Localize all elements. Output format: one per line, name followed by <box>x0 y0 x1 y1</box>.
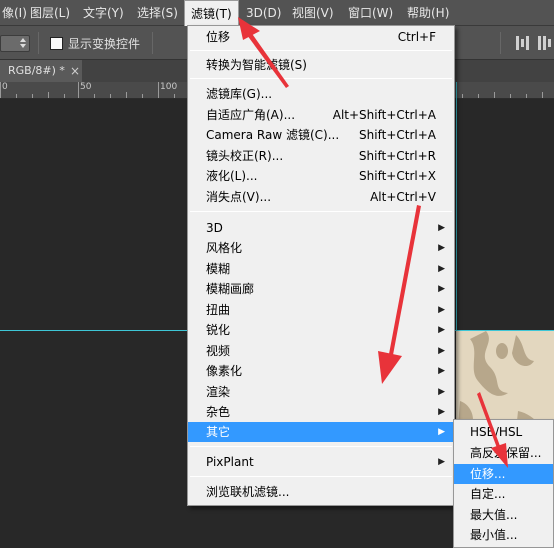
menu-item-label: 模糊画廊 <box>206 282 255 296</box>
menu-item-label: 3D <box>206 221 223 235</box>
menu-item-distort[interactable]: 扭曲 ▶ <box>188 300 454 320</box>
ruler-label: 0 <box>2 82 8 92</box>
menu-layer[interactable]: 图层(L) <box>24 0 76 26</box>
menu-window[interactable]: 窗口(W) <box>342 0 399 26</box>
options-divider <box>38 32 39 54</box>
menu-item-label: 位移 <box>206 30 231 44</box>
menu-item-label: 镜头校正(R)... <box>206 149 284 163</box>
menu-item-convert-smart-filter[interactable]: 转换为智能滤镜(S) <box>188 55 454 75</box>
menubar: 像(I) 图层(L) 文字(Y) 选择(S) 滤镜(T) 3D(D) 视图(V)… <box>0 0 554 26</box>
menu-item-browse-filters-online[interactable]: 浏览联机滤镜... <box>188 482 454 502</box>
menu-item-label: 渲染 <box>206 385 231 399</box>
menu-separator <box>190 476 452 477</box>
close-icon[interactable]: × <box>70 60 80 82</box>
menu-item-label: 锐化 <box>206 323 231 337</box>
menu-separator <box>190 78 452 79</box>
menu-item-label: 消失点(V)... <box>206 190 272 204</box>
menu-item-lens-correction[interactable]: 镜头校正(R)... Shift+Ctrl+R <box>188 146 454 166</box>
menu-item-sharpen[interactable]: 锐化 ▶ <box>188 320 454 340</box>
submenu-item-high-pass[interactable]: 高反差保留... <box>454 443 553 463</box>
menu-item-pixelate[interactable]: 像素化 ▶ <box>188 361 454 381</box>
submenu-arrow-icon: ▶ <box>438 325 445 335</box>
submenu-arrow-icon: ▶ <box>438 407 445 417</box>
menu-item-label: 自适应广角(A)... <box>206 108 296 122</box>
menu-item-shortcut: Alt+Shift+Ctrl+A <box>332 108 436 122</box>
menu-item-label: 液化(L)... <box>206 169 258 183</box>
menu-item-filter-gallery[interactable]: 滤镜库(G)... <box>188 84 454 104</box>
distribute-icon[interactable] <box>516 36 530 50</box>
submenu-item-hsb-hsl[interactable]: HSB/HSL <box>454 422 553 442</box>
menu-item-other[interactable]: 其它 ▶ <box>188 422 454 442</box>
submenu-arrow-icon: ▶ <box>438 427 445 437</box>
menu-view[interactable]: 视图(V) <box>286 0 340 26</box>
submenu-arrow-icon: ▶ <box>438 305 445 315</box>
menu-item-blur[interactable]: 模糊 ▶ <box>188 259 454 279</box>
menu-item-label: Camera Raw 滤镜(C)... <box>206 128 340 142</box>
menu-item-stylize[interactable]: 风格化 ▶ <box>188 238 454 258</box>
menu-filter[interactable]: 滤镜(T) <box>184 0 239 26</box>
menu-item-adaptive-wide-angle[interactable]: 自适应广角(A)... Alt+Shift+Ctrl+A <box>188 105 454 125</box>
menu-item-shortcut: Shift+Ctrl+A <box>359 128 436 142</box>
menu-select[interactable]: 选择(S) <box>131 0 184 26</box>
submenu-item-minimum[interactable]: 最小值... <box>454 525 553 545</box>
ruler-label: 50 <box>80 82 92 92</box>
show-transform-controls-checkbox[interactable] <box>50 37 63 50</box>
submenu-arrow-icon: ▶ <box>438 243 445 253</box>
menu-item-label: 像素化 <box>206 364 243 378</box>
menu-item-noise[interactable]: 杂色 ▶ <box>188 402 454 422</box>
menu-item-label: PixPlant <box>206 455 254 469</box>
submenu-arrow-icon: ▶ <box>438 457 445 467</box>
submenu-arrow-icon: ▶ <box>438 366 445 376</box>
menu-3d[interactable]: 3D(D) <box>240 0 287 26</box>
ruler-label: 100 <box>160 82 178 92</box>
submenu-arrow-icon: ▶ <box>438 346 445 356</box>
menu-item-shortcut: Alt+Ctrl+V <box>370 190 436 204</box>
options-divider <box>500 32 501 54</box>
menu-item-label: 杂色 <box>206 405 231 419</box>
menu-item-blur-gallery[interactable]: 模糊画廊 ▶ <box>188 279 454 299</box>
submenu-item-custom[interactable]: 自定... <box>454 484 553 504</box>
menu-item-video[interactable]: 视频 ▶ <box>188 341 454 361</box>
distribute-icon[interactable] <box>538 36 552 50</box>
menu-item-label: 浏览联机滤镜... <box>206 485 290 499</box>
filter-menu-dropdown: 位移 Ctrl+F 转换为智能滤镜(S) 滤镜库(G)... 自适应广角(A).… <box>187 25 455 506</box>
submenu-arrow-icon: ▶ <box>438 264 445 274</box>
menu-item-shortcut: Ctrl+F <box>397 30 436 44</box>
menu-item-camera-raw[interactable]: Camera Raw 滤镜(C)... Shift+Ctrl+A <box>188 125 454 145</box>
menu-item-3d[interactable]: 3D ▶ <box>188 218 454 238</box>
menu-separator <box>190 446 452 447</box>
other-submenu: HSB/HSL 高反差保留... 位移... 自定... 最大值... 最小值.… <box>453 419 554 548</box>
submenu-item-offset[interactable]: 位移... <box>454 464 553 484</box>
submenu-item-maximum[interactable]: 最大值... <box>454 505 553 525</box>
submenu-arrow-icon: ▶ <box>438 387 445 397</box>
guide-line-vertical <box>456 82 457 330</box>
menu-type[interactable]: 文字(Y) <box>77 0 130 26</box>
menu-item-liquify[interactable]: 液化(L)... Shift+Ctrl+X <box>188 166 454 186</box>
menu-item-label: 转换为智能滤镜(S) <box>206 58 307 72</box>
menu-item-label: 风格化 <box>206 241 243 255</box>
menu-item-pixplant[interactable]: PixPlant ▶ <box>188 452 454 472</box>
menu-item-label: 其它 <box>206 425 231 439</box>
menu-item-render[interactable]: 渲染 ▶ <box>188 382 454 402</box>
document-tab-label: RGB/8#) * <box>8 64 65 77</box>
document-tab[interactable]: RGB/8#) * × <box>0 60 82 82</box>
menu-separator <box>190 50 452 51</box>
menu-item-label: 模糊 <box>206 262 231 276</box>
menu-item-vanishing-point[interactable]: 消失点(V)... Alt+Ctrl+V <box>188 187 454 207</box>
options-divider <box>152 32 153 54</box>
auto-select-dropdown[interactable] <box>0 35 30 52</box>
menu-item-label: 扭曲 <box>206 303 231 317</box>
menu-help[interactable]: 帮助(H) <box>401 0 455 26</box>
submenu-arrow-icon: ▶ <box>438 223 445 233</box>
menu-item-shortcut: Shift+Ctrl+R <box>358 149 436 163</box>
menu-item-label: 视频 <box>206 344 231 358</box>
menu-separator <box>190 211 452 212</box>
submenu-arrow-icon: ▶ <box>438 284 445 294</box>
menu-item-shortcut: Shift+Ctrl+X <box>359 169 436 183</box>
menu-item-label: 滤镜库(G)... <box>206 87 273 101</box>
menu-item-last-filter-offset[interactable]: 位移 Ctrl+F <box>188 27 454 47</box>
show-transform-controls-label: 显示变换控件 <box>68 37 141 51</box>
